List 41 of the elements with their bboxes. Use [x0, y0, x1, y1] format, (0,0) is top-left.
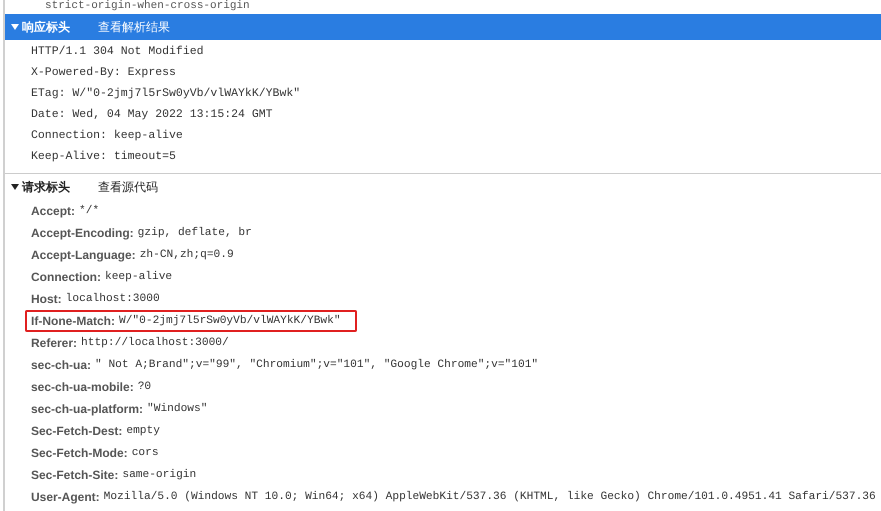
header-value: gzip, deflate, br	[138, 226, 252, 241]
header-name: Sec-Fetch-Site:	[31, 467, 118, 484]
header-value: ?0	[138, 380, 152, 395]
header-value: " Not A;Brand";v="99", "Chromium";v="101", "Google Chrome";v="101"	[95, 358, 538, 373]
header-value: cors	[132, 446, 159, 461]
header-value: "Windows"	[147, 402, 208, 417]
header-name: Sec-Fetch-Dest:	[31, 423, 122, 440]
header-value: localhost:3000	[66, 292, 160, 307]
header-name: Accept-Encoding:	[31, 225, 134, 242]
header-value: same-origin	[122, 468, 196, 483]
header-name: sec-ch-ua-mobile:	[31, 379, 134, 396]
triangle-down-icon[interactable]	[11, 182, 19, 190]
header-value: keep-alive	[105, 270, 172, 285]
header-line: Keep-Alive: timeout=5	[31, 148, 176, 165]
header-line: Connection: keep-alive	[31, 128, 183, 144]
header-line: Date: Wed, 04 May 2022 13:15:24 GMT	[31, 106, 273, 123]
header-name: Accept-Language:	[31, 247, 136, 264]
header-line: HTTP/1.1 304 Not Modified	[31, 44, 204, 60]
header-name: sec-ch-ua:	[31, 357, 92, 374]
header-value: W/"0-2jmj7l5rSw0yVb/vlWAYkK/YBwk"	[119, 314, 341, 329]
header-value: empty	[126, 424, 160, 439]
toggle-view-link[interactable]: 查看解析结果	[98, 18, 170, 36]
header-name: sec-ch-ua-platform:	[31, 401, 144, 418]
header-name: Referer:	[31, 335, 78, 352]
header-value: */*	[79, 204, 100, 219]
header-name: Connection:	[31, 269, 101, 286]
header-value: zh-CN,zh;q=0.9	[140, 248, 234, 263]
section-header[interactable]: 响应标头 查看解析结果	[5, 14, 881, 40]
header-line: ETag: W/"0-2jmj7l5rSw0yVb/vlWAYkK/YBwk"	[31, 86, 300, 102]
header-name: Host:	[31, 291, 62, 308]
header-name: If-None-Match:	[31, 313, 115, 330]
header-name: Accept:	[31, 203, 76, 220]
header-value: http://localhost:3000/	[81, 336, 229, 351]
section-title: 响应标头	[22, 19, 70, 36]
header-name: Sec-Fetch-Mode:	[31, 445, 128, 462]
toggle-view-link[interactable]: 查看源代码	[98, 178, 158, 196]
section-title: 请求标头	[22, 178, 70, 196]
policy-value: strict-origin-when-cross-origin	[44, 0, 251, 12]
header-name: User-Agent:	[31, 489, 100, 506]
header-line: X-Powered-By: Express	[31, 64, 176, 81]
header-value: Mozilla/5.0 (Windows NT 10.0; Win64; x64) AppleWebKit/537.36 (KHTML, like Gecko) Chrome/101.0.4951.41 Safari/537.36	[104, 490, 876, 505]
